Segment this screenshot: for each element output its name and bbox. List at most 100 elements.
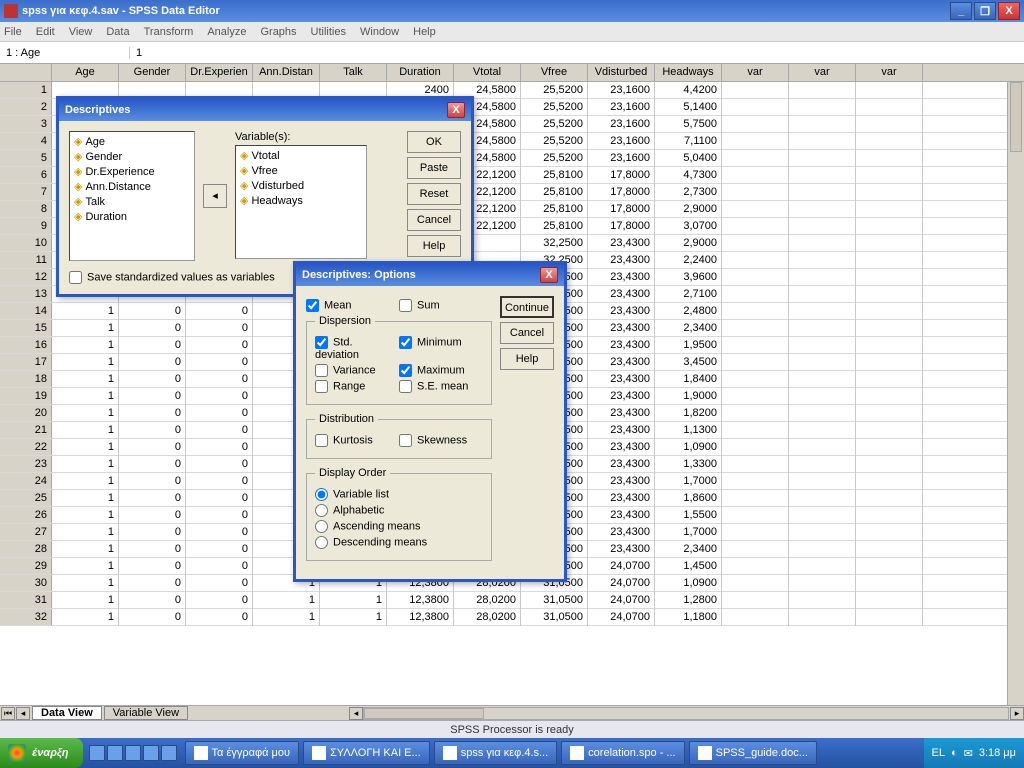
cell[interactable] bbox=[722, 133, 789, 150]
cell[interactable]: 3,9600 bbox=[655, 269, 722, 286]
cell[interactable]: 1 bbox=[52, 303, 119, 320]
cell[interactable]: 17,8000 bbox=[588, 184, 655, 201]
cell[interactable]: 1 bbox=[52, 337, 119, 354]
cell[interactable]: 1,2800 bbox=[655, 592, 722, 609]
column-header[interactable]: Vfree bbox=[521, 64, 588, 81]
cell[interactable]: 5,1400 bbox=[655, 99, 722, 116]
taskbar-item[interactable]: SPSS_guide.doc... bbox=[689, 741, 817, 765]
cell[interactable]: 1,7000 bbox=[655, 524, 722, 541]
menu-analyze[interactable]: Analyze bbox=[207, 26, 246, 38]
cell[interactable]: 0 bbox=[186, 388, 253, 405]
row-header[interactable]: 19 bbox=[0, 388, 52, 404]
cell[interactable]: 0 bbox=[186, 575, 253, 592]
tab-data-view[interactable]: Data View bbox=[32, 706, 102, 720]
cell[interactable]: 25,5200 bbox=[521, 82, 588, 99]
cell[interactable] bbox=[722, 150, 789, 167]
cell[interactable] bbox=[789, 456, 856, 473]
cell[interactable]: 1 bbox=[52, 439, 119, 456]
row-header[interactable]: 13 bbox=[0, 286, 52, 302]
taskbar-item[interactable]: corelation.spo - ... bbox=[561, 741, 684, 765]
cell[interactable]: 23,4300 bbox=[588, 439, 655, 456]
cell[interactable]: 1 bbox=[52, 507, 119, 524]
dialog-titlebar[interactable]: Descriptives X bbox=[59, 99, 471, 121]
cell[interactable] bbox=[789, 218, 856, 235]
cell[interactable] bbox=[856, 82, 923, 99]
cell[interactable]: 1,4500 bbox=[655, 558, 722, 575]
cell[interactable] bbox=[856, 388, 923, 405]
cell[interactable]: 0 bbox=[119, 524, 186, 541]
cell[interactable]: 4,4200 bbox=[655, 82, 722, 99]
cell[interactable] bbox=[789, 439, 856, 456]
row-header[interactable]: 11 bbox=[0, 252, 52, 268]
cell[interactable] bbox=[856, 201, 923, 218]
cell[interactable]: 1 bbox=[52, 473, 119, 490]
cell[interactable]: 25,8100 bbox=[521, 218, 588, 235]
row-header[interactable]: 7 bbox=[0, 184, 52, 200]
list-item[interactable]: ◈Vtotal bbox=[238, 148, 364, 163]
cell[interactable] bbox=[789, 82, 856, 99]
cell[interactable] bbox=[856, 405, 923, 422]
cell[interactable]: 28,0200 bbox=[454, 609, 521, 626]
row-header[interactable]: 24 bbox=[0, 473, 52, 489]
row-header[interactable]: 21 bbox=[0, 422, 52, 438]
cell[interactable] bbox=[789, 184, 856, 201]
cell[interactable]: 3,0700 bbox=[655, 218, 722, 235]
menu-window[interactable]: Window bbox=[360, 26, 399, 38]
cell[interactable]: 23,4300 bbox=[588, 541, 655, 558]
cell[interactable]: 1,0900 bbox=[655, 439, 722, 456]
cell[interactable]: 25,8100 bbox=[521, 184, 588, 201]
cell[interactable]: 0 bbox=[186, 473, 253, 490]
cell[interactable]: 1 bbox=[320, 592, 387, 609]
cell[interactable]: 24,0700 bbox=[588, 609, 655, 626]
cell[interactable] bbox=[722, 507, 789, 524]
save-standardized-checkbox[interactable] bbox=[69, 271, 82, 284]
cell[interactable] bbox=[722, 439, 789, 456]
scroll-left[interactable]: ◂ bbox=[349, 707, 363, 720]
cell[interactable]: 0 bbox=[119, 541, 186, 558]
cell[interactable] bbox=[856, 558, 923, 575]
row-header[interactable]: 17 bbox=[0, 354, 52, 370]
cell[interactable] bbox=[856, 422, 923, 439]
variance-checkbox[interactable] bbox=[315, 364, 328, 377]
cell[interactable] bbox=[856, 371, 923, 388]
cell[interactable]: 2,3400 bbox=[655, 320, 722, 337]
cell[interactable] bbox=[856, 507, 923, 524]
cell[interactable]: 0 bbox=[119, 507, 186, 524]
cell[interactable]: 25,5200 bbox=[521, 99, 588, 116]
cell[interactable]: 0 bbox=[186, 371, 253, 388]
cell[interactable] bbox=[789, 167, 856, 184]
descending-radio[interactable] bbox=[315, 536, 328, 549]
cell[interactable]: 23,4300 bbox=[588, 235, 655, 252]
column-header[interactable]: var bbox=[856, 64, 923, 81]
cell[interactable]: 1 bbox=[52, 388, 119, 405]
cell[interactable] bbox=[856, 456, 923, 473]
cell[interactable]: 31,0500 bbox=[521, 609, 588, 626]
continue-button[interactable]: Continue bbox=[500, 296, 554, 318]
cell[interactable] bbox=[789, 473, 856, 490]
cell[interactable]: 0 bbox=[119, 388, 186, 405]
cell[interactable]: 1 bbox=[52, 490, 119, 507]
row-header[interactable]: 6 bbox=[0, 167, 52, 183]
cell[interactable] bbox=[789, 252, 856, 269]
list-item[interactable]: ◈Gender bbox=[72, 149, 192, 164]
cell[interactable]: 1,1300 bbox=[655, 422, 722, 439]
cell[interactable]: 0 bbox=[186, 541, 253, 558]
cell[interactable]: 1,5500 bbox=[655, 507, 722, 524]
cell[interactable] bbox=[789, 337, 856, 354]
cell[interactable] bbox=[789, 354, 856, 371]
row-header[interactable]: 22 bbox=[0, 439, 52, 455]
cell[interactable]: 0 bbox=[186, 354, 253, 371]
row-header[interactable]: 15 bbox=[0, 320, 52, 336]
row-header[interactable]: 31 bbox=[0, 592, 52, 608]
cell[interactable]: 23,4300 bbox=[588, 337, 655, 354]
reset-button[interactable]: Reset bbox=[407, 183, 461, 205]
cell[interactable] bbox=[722, 473, 789, 490]
cell[interactable] bbox=[722, 99, 789, 116]
cell[interactable] bbox=[789, 99, 856, 116]
list-item[interactable]: ◈Talk bbox=[72, 194, 192, 209]
cell[interactable]: 1 bbox=[52, 524, 119, 541]
min-checkbox[interactable] bbox=[399, 336, 412, 349]
cell[interactable] bbox=[722, 575, 789, 592]
cell[interactable] bbox=[789, 303, 856, 320]
ql-icon[interactable] bbox=[161, 745, 177, 761]
